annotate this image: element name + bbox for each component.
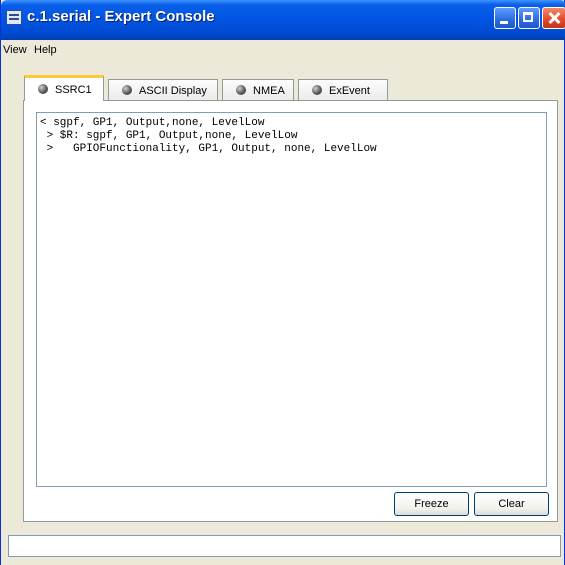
- menu-view[interactable]: View: [3, 44, 27, 56]
- console-line: > GPIOFunctionality, GP1, Output, none, …: [40, 143, 377, 155]
- expert-console-window: c.1.serial - Expert Console View Help SS…: [0, 0, 565, 565]
- status-dot-icon: [312, 85, 322, 95]
- minimize-button[interactable]: [494, 7, 516, 29]
- menu-bar: View Help: [1, 40, 564, 60]
- tab-ascii-display[interactable]: ASCII Display: [108, 79, 218, 100]
- tab-label: ExEvent: [329, 85, 370, 97]
- freeze-button[interactable]: Freeze: [394, 492, 469, 516]
- console-line: > $R: sgpf, GP1, Output,none, LevelLow: [40, 130, 298, 142]
- tab-ssrc1[interactable]: SSRC1: [24, 75, 104, 101]
- status-dot-icon: [236, 85, 246, 95]
- tab-panel: < sgpf, GP1, Output,none, LevelLow > $R:…: [23, 100, 558, 522]
- status-bar: [8, 535, 561, 557]
- clear-button[interactable]: Clear: [474, 492, 549, 516]
- tab-label: NMEA: [253, 85, 285, 97]
- title-bar[interactable]: c.1.serial - Expert Console: [1, 0, 565, 40]
- close-button[interactable]: [542, 7, 565, 29]
- tab-label: ASCII Display: [139, 85, 207, 97]
- tab-nmea[interactable]: NMEA: [222, 79, 294, 100]
- tab-exevent[interactable]: ExEvent: [298, 79, 388, 100]
- console-output[interactable]: < sgpf, GP1, Output,none, LevelLow > $R:…: [36, 112, 547, 487]
- console-app-icon: [6, 10, 22, 25]
- status-dot-icon: [38, 84, 48, 94]
- tab-label: SSRC1: [55, 84, 92, 96]
- console-line: < sgpf, GP1, Output,none, LevelLow: [40, 117, 265, 129]
- status-dot-icon: [122, 85, 132, 95]
- menu-help[interactable]: Help: [34, 44, 57, 56]
- maximize-button[interactable]: [518, 7, 540, 29]
- window-title: c.1.serial - Expert Console: [27, 8, 215, 25]
